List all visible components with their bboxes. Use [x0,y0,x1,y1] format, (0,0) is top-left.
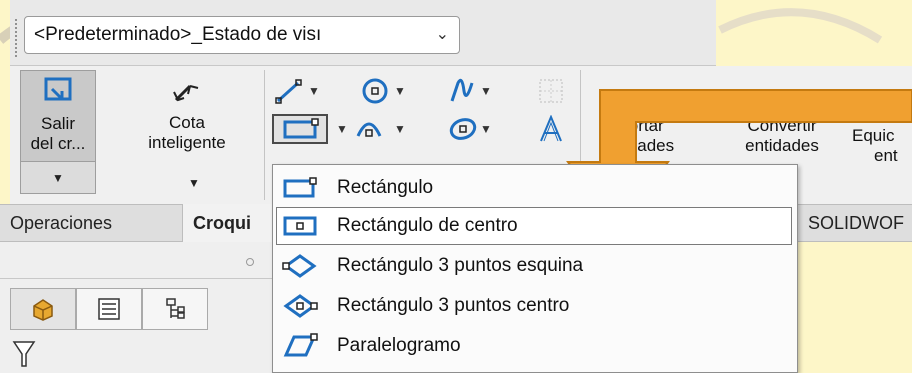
exit-sketch-dropdown[interactable]: ▼ [20,162,96,194]
spline-tool-button[interactable] [446,76,480,106]
caret-down-icon[interactable]: ▼ [480,122,492,136]
menu-item-paralelogramo[interactable]: Paralelogramo [277,327,793,365]
caret-down-icon: ▼ [52,170,64,185]
feature-manager-tab[interactable] [10,288,76,330]
display-state-select[interactable]: <Predeterminado>_Estado de visı ⌄ [24,16,460,54]
chevron-down-icon: ⌄ [435,26,449,43]
tab-croquis-label: Croqui [193,212,251,233]
parallelogram-icon [277,327,323,365]
exit-sketch-icon [44,77,72,101]
caret-down-icon[interactable]: ▼ [308,84,320,98]
panel-divider [0,278,272,279]
toolbar-grip[interactable] [14,18,18,58]
tab-croquis[interactable]: Croqui [182,204,274,242]
menu-item-rectangulo-3-puntos-centro[interactable]: Rectángulo 3 puntos centro [277,287,793,325]
exit-sketch-label-1: Salir [40,114,75,133]
corner-rectangle-icon [277,169,323,207]
property-manager-tab[interactable] [76,288,142,330]
menu-item-label: Paralelogramo [337,335,461,356]
slot-icon [356,122,382,137]
center-rectangle-icon [277,207,323,245]
line-icon [275,79,302,104]
rectangle-dropdown-menu: Rectángulo Rectángulo de centro Rectángu… [272,164,798,373]
3-point-center-rectangle-icon [277,287,323,325]
caret-down-icon[interactable]: ▼ [188,176,200,190]
slot-tool-button[interactable] [352,114,386,144]
tab-operaciones-label: Operaciones [10,212,113,233]
corner-rectangle-icon [283,118,319,139]
ellipse-tool-button[interactable] [446,114,480,144]
caret-down-icon[interactable]: ▼ [394,84,406,98]
filter-icon[interactable] [12,338,36,373]
menu-item-rectangulo-3-puntos-esquina[interactable]: Rectángulo 3 puntos esquina [277,247,793,285]
line-tool-button[interactable] [272,76,306,106]
menu-item-label: Rectángulo [337,177,434,198]
menu-item-rectangulo[interactable]: Rectángulo [277,169,793,207]
property-manager-icon [98,298,120,320]
smart-dimension-icon [173,84,199,102]
menu-item-label: Rectángulo 3 puntos centro [337,295,570,316]
ellipse-icon [449,118,477,140]
configuration-manager-tab[interactable] [142,288,208,330]
panel-tab-strip [10,288,208,330]
smart-dimension-label-1: Cota [169,113,205,132]
caret-down-icon[interactable]: ▼ [480,84,492,98]
menu-item-label: Rectángulo de centro [337,215,518,236]
3-point-corner-rectangle-icon [277,247,323,285]
display-state-value: <Predeterminado>_Estado de visı [34,24,322,45]
panel-pin-icon[interactable] [246,258,254,266]
configuration-manager-icon [166,298,185,319]
smart-dimension-label-2: inteligente [148,133,226,152]
tab-operaciones[interactable]: Operaciones [0,204,122,242]
ribbon-separator [264,70,265,200]
menu-item-rectangulo-de-centro[interactable]: Rectángulo de centro [276,207,792,245]
caret-down-icon[interactable]: ▼ [336,122,348,136]
menu-item-label: Rectángulo 3 puntos esquina [337,255,584,276]
caret-down-icon[interactable]: ▼ [394,122,406,136]
exit-sketch-button[interactable]: Salir del cr... [20,70,96,162]
circle-tool-button[interactable] [358,76,392,106]
rectangle-tool-button[interactable] [272,114,328,144]
circle-icon [362,78,388,104]
spline-icon [450,78,474,102]
exit-sketch-label-2: del cr... [30,134,86,153]
smart-dimension-button[interactable]: Cota inteligente [132,78,242,153]
feature-manager-icon [33,299,53,321]
